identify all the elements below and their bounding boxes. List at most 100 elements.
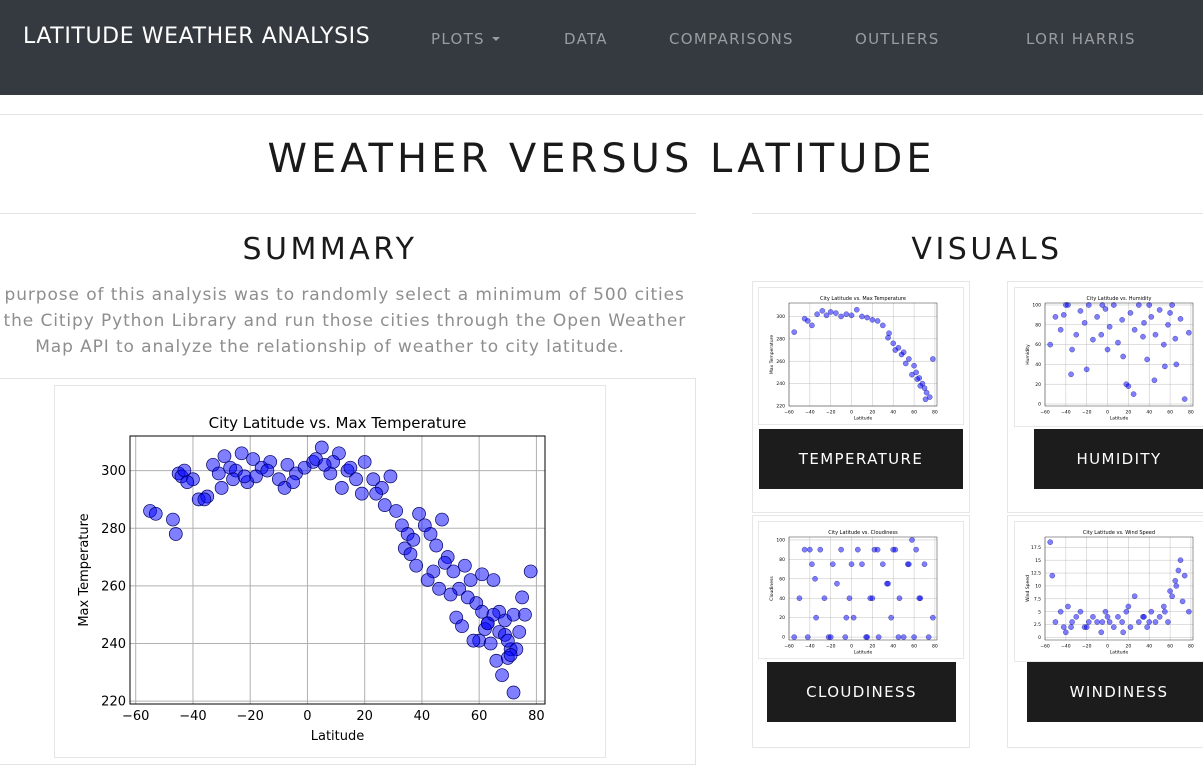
temperature-thumbnail[interactable]: −60 −40 −20 0 20 40 60 80 220 240 260 280 300 City La… bbox=[758, 287, 964, 425]
data-point bbox=[1156, 307, 1163, 313]
y-tick-label: 10 bbox=[1035, 584, 1041, 590]
data-point bbox=[880, 561, 886, 567]
data-point bbox=[475, 567, 489, 582]
data-point bbox=[885, 580, 891, 587]
x-axis-label: Latitude bbox=[854, 650, 873, 656]
humidity-thumbnail[interactable]: −60 −40 −20 0 20 40 60 80 0 20 40 60 80 100 City Latit… bbox=[1014, 287, 1203, 427]
data-point bbox=[197, 492, 212, 507]
temperature-button[interactable]: TEMPERATURE bbox=[759, 429, 963, 489]
data-point bbox=[880, 322, 886, 329]
data-point bbox=[813, 614, 819, 621]
humidity-button[interactable]: HUMIDITY bbox=[1034, 429, 1203, 489]
data-point bbox=[377, 498, 392, 513]
x-tick-label: −40 bbox=[1061, 410, 1071, 416]
data-point bbox=[1115, 614, 1121, 620]
x-tick-label: −40 bbox=[805, 410, 815, 416]
data-point bbox=[180, 475, 195, 489]
brand-title[interactable]: LATITUDE WEATHER ANALYSIS bbox=[23, 24, 370, 49]
nav-author[interactable]: LORI HARRIS bbox=[1026, 30, 1136, 48]
data-point bbox=[906, 356, 912, 362]
data-point bbox=[1152, 619, 1159, 625]
data-point bbox=[317, 457, 332, 472]
data-point bbox=[237, 469, 252, 484]
nav-comparisons[interactable]: COMPARISONS bbox=[669, 30, 794, 48]
data-point bbox=[869, 317, 876, 323]
data-point bbox=[830, 561, 836, 567]
data-point bbox=[226, 472, 240, 487]
y-tick-label: 40 bbox=[779, 596, 785, 602]
data-point bbox=[890, 340, 896, 347]
x-tick-label: −20 bbox=[1082, 644, 1092, 650]
x-tick-label: 0 bbox=[1106, 644, 1109, 650]
x-tick-label: 60 bbox=[1167, 644, 1173, 650]
data-point bbox=[503, 648, 518, 662]
humidity-thumb-chart: −60 −40 −20 0 20 40 60 80 0 20 40 60 80 100 City Latit… bbox=[1025, 296, 1194, 422]
windiness-thumb-chart: −60 −40 −20 0 20 40 60 80 0 2.5 5 7.5 10 12.5 15 17.5 Ci… bbox=[1025, 530, 1194, 656]
cloudiness-thumbnail[interactable]: −60 −40 −20 0 20 40 60 80 0 20 40 60 80 100 City Latit… bbox=[758, 521, 964, 659]
data-point bbox=[1136, 619, 1142, 625]
y-tick-label: 20 bbox=[779, 615, 785, 621]
data-point bbox=[1186, 329, 1192, 336]
data-point bbox=[885, 334, 891, 341]
data-point bbox=[1115, 339, 1121, 346]
x-tick-label: 80 bbox=[1188, 410, 1194, 416]
cloudiness-button[interactable]: CLOUDINESS bbox=[767, 662, 956, 722]
data-point bbox=[1057, 608, 1064, 615]
visual-card-cloudiness: −60 −40 −20 0 20 40 60 80 0 20 40 60 80 100 City Latit… bbox=[752, 515, 970, 748]
nav-plots-label: PLOTS bbox=[431, 30, 485, 48]
data-point bbox=[1167, 588, 1173, 594]
data-point bbox=[1156, 614, 1163, 620]
nav-outliers[interactable]: OUTLIERS bbox=[855, 30, 940, 48]
data-point bbox=[1152, 331, 1159, 338]
data-point bbox=[515, 590, 529, 605]
data-point bbox=[902, 360, 909, 367]
x-tick-label: 0 bbox=[1106, 410, 1109, 416]
data-point bbox=[1120, 353, 1126, 360]
windiness-button[interactable]: WINDINESS bbox=[1027, 662, 1203, 722]
data-point bbox=[1106, 324, 1113, 330]
data-point bbox=[420, 573, 435, 587]
data-point bbox=[921, 561, 928, 567]
y-tick-label: 100 bbox=[1032, 303, 1041, 309]
data-point bbox=[916, 595, 923, 601]
y-tick-label: 7.5 bbox=[1034, 596, 1041, 602]
y-tick-label: 300 bbox=[776, 314, 785, 320]
data-point bbox=[460, 590, 475, 605]
data-point bbox=[900, 634, 907, 640]
data-point bbox=[1077, 608, 1084, 615]
data-point bbox=[389, 504, 404, 518]
visual-card-temperature: −60 −40 −20 0 20 40 60 80 220 240 260 280 300 City La… bbox=[752, 281, 970, 513]
x-tick-label: −40 bbox=[179, 709, 206, 724]
y-tick-label: 220 bbox=[776, 404, 785, 410]
y-tick-label: 300 bbox=[101, 464, 126, 479]
x-tick-label: 0 bbox=[850, 644, 853, 650]
visual-card-windiness: −60 −40 −20 0 20 40 60 80 0 2.5 5 7.5 10 12.5 15 17.5 Ci… bbox=[1007, 515, 1203, 748]
summary-text: he purpose of this analysis was to rando… bbox=[0, 282, 690, 360]
y-axis-label: Max Temperature bbox=[77, 513, 92, 626]
y-tick-label: 280 bbox=[101, 522, 126, 537]
data-point bbox=[409, 558, 424, 573]
data-point bbox=[1181, 396, 1188, 402]
data-point bbox=[817, 546, 824, 553]
chevron-down-icon bbox=[491, 37, 500, 41]
data-point bbox=[819, 308, 826, 314]
data-point bbox=[1052, 619, 1059, 625]
y-tick-label: 80 bbox=[779, 557, 785, 563]
data-point bbox=[1173, 361, 1180, 368]
data-point bbox=[911, 362, 917, 369]
data-point bbox=[512, 625, 527, 639]
data-point bbox=[1130, 391, 1137, 397]
data-point bbox=[260, 463, 275, 478]
data-point bbox=[354, 486, 369, 501]
x-tick-label: 40 bbox=[890, 644, 896, 650]
x-tick-label: 40 bbox=[414, 709, 431, 724]
data-point bbox=[1140, 333, 1146, 340]
data-point bbox=[898, 351, 905, 358]
nav-plots-dropdown[interactable]: PLOTS bbox=[431, 30, 500, 48]
navbar: LATITUDE WEATHER ANALYSIS PLOTS DATA COM… bbox=[0, 0, 1203, 95]
windiness-thumbnail[interactable]: −60 −40 −20 0 20 40 60 80 0 2.5 5 7.5 10 12.5 15 17.5 Ci… bbox=[1014, 521, 1203, 662]
x-tick-label: −60 bbox=[1040, 410, 1050, 416]
summary-line: ng the Citipy Python Library and run tho… bbox=[0, 311, 687, 331]
data-point bbox=[807, 546, 813, 553]
nav-data[interactable]: DATA bbox=[564, 30, 608, 48]
